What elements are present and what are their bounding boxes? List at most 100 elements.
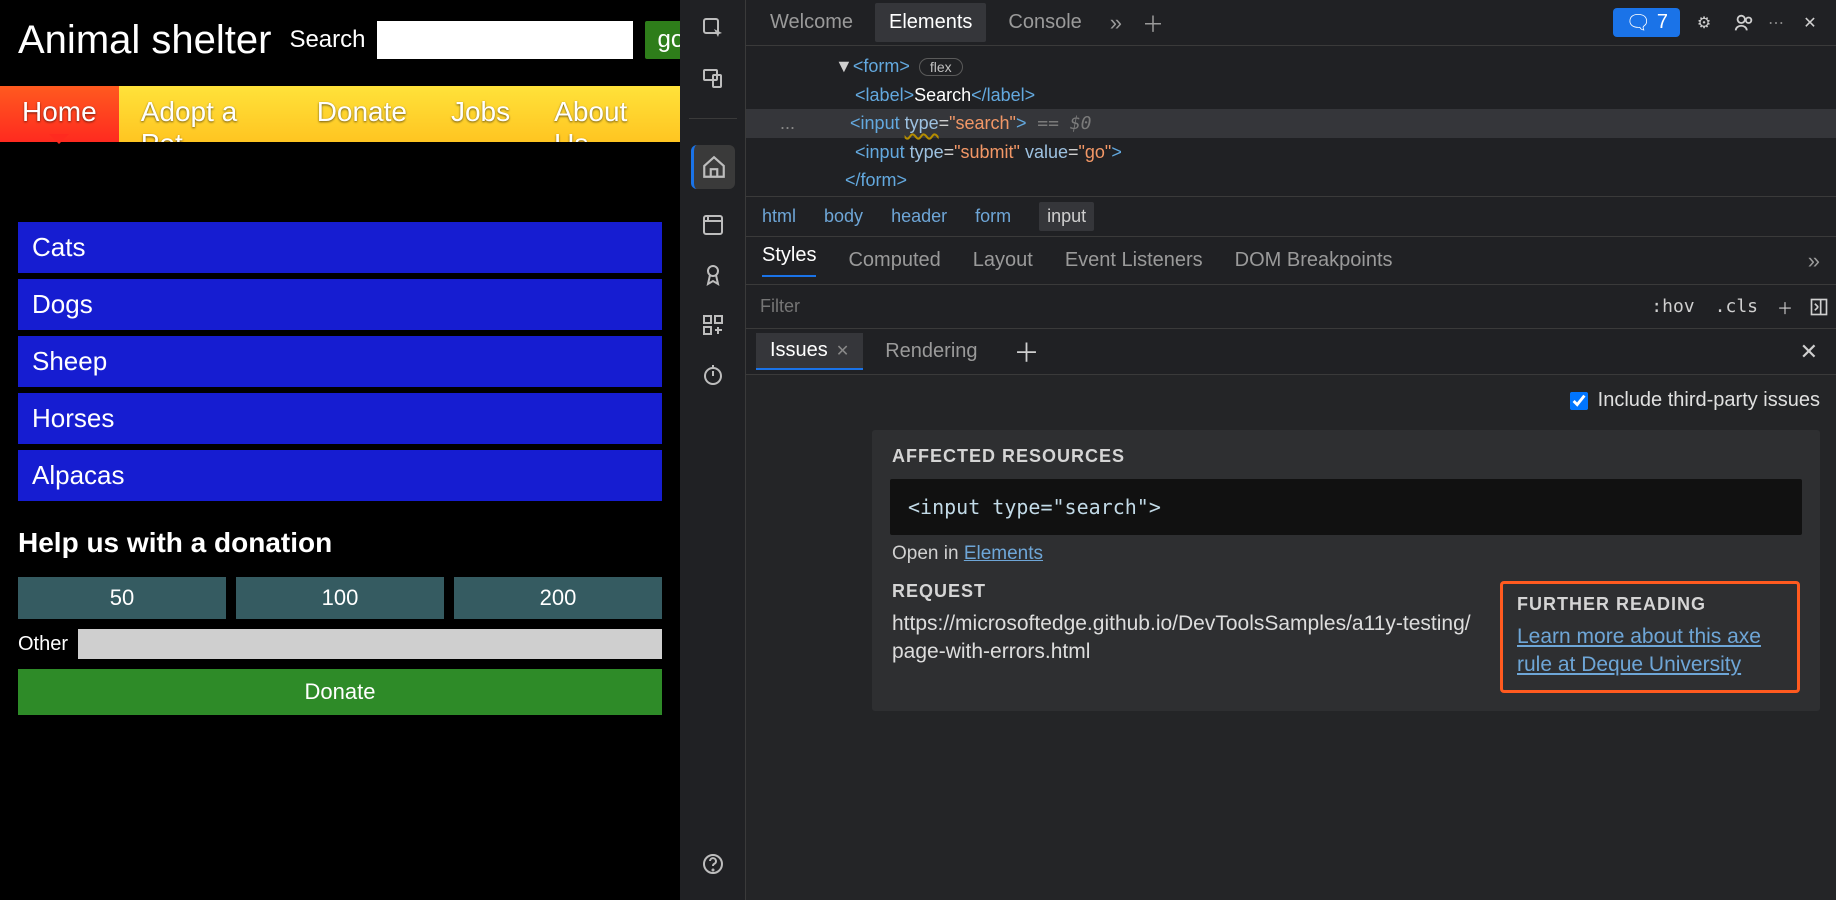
issues-count: 7	[1657, 11, 1668, 34]
search-label: Search	[289, 26, 365, 54]
animal-list: Cats Dogs Sheep Horses Alpacas	[0, 198, 680, 511]
search-form: Search go	[289, 21, 696, 59]
breadcrumb-item[interactable]: input	[1039, 202, 1094, 231]
include-third-party-checkbox[interactable]	[1570, 392, 1588, 410]
tab-elements[interactable]: Elements	[875, 3, 986, 42]
devtools-panel: Welcome Elements Console » ＋ 🗨 7 ⚙ ⋯ ✕ ▼…	[680, 0, 1836, 900]
donation-amount-button[interactable]: 200	[454, 577, 662, 619]
inspect-icon[interactable]	[699, 14, 727, 42]
donation-heading: Help us with a donation	[18, 527, 662, 559]
include-third-party-label: Include third-party issues	[1598, 389, 1820, 412]
tab-dom-breakpoints[interactable]: DOM Breakpoints	[1235, 249, 1393, 272]
open-in-elements-link[interactable]: Elements	[964, 543, 1043, 564]
performance-tool-icon[interactable]	[699, 361, 727, 389]
further-reading-link[interactable]: Learn more about this axe rule at Deque …	[1517, 625, 1761, 676]
more-style-tabs-icon[interactable]: »	[1808, 248, 1820, 274]
new-style-rule-icon[interactable]: ＋	[1768, 290, 1802, 324]
close-drawer-icon[interactable]: ✕	[1792, 339, 1826, 365]
request-url: https://microsoftedge.github.io/DevTools…	[892, 610, 1478, 667]
list-item[interactable]: Cats	[18, 222, 662, 273]
styles-filter-input[interactable]	[746, 285, 1641, 328]
dom-tree[interactable]: ▼<form> flex <label>Search</label> ... <…	[746, 46, 1836, 197]
settings-icon[interactable]: ⚙	[1688, 7, 1720, 39]
dom-breadcrumb: html body header form input	[746, 197, 1836, 237]
drawer-tab-issues[interactable]: Issues ✕	[756, 333, 863, 370]
styles-tabs: Styles Computed Layout Event Listeners D…	[746, 237, 1836, 285]
affected-resources-heading: AFFECTED RESOURCES	[872, 430, 1820, 479]
issues-icon: 🗨	[1625, 10, 1650, 35]
list-item[interactable]: Alpacas	[18, 450, 662, 501]
donation-other-input[interactable]	[78, 629, 662, 659]
further-reading-column: FURTHER READING Learn more about this ax…	[1500, 581, 1800, 693]
nav-about[interactable]: About Us	[532, 86, 680, 142]
list-item[interactable]: Horses	[18, 393, 662, 444]
computed-panel-toggle-icon[interactable]	[1802, 290, 1836, 324]
dom-line-selected[interactable]: ... <input type="search"> == $0	[746, 109, 1836, 138]
devtools-tabs: Welcome Elements Console » ＋ 🗨 7 ⚙ ⋯ ✕	[746, 0, 1836, 46]
more-menu-icon[interactable]: ⋯	[1768, 13, 1786, 33]
help-icon[interactable]	[699, 850, 727, 878]
tab-computed[interactable]: Computed	[848, 249, 940, 272]
drawer-tab-rendering[interactable]: Rendering	[871, 334, 991, 369]
issue-card: AFFECTED RESOURCES <input type="search">…	[872, 430, 1820, 711]
page-title: Animal shelter	[18, 18, 271, 62]
spacer	[0, 142, 680, 198]
donation-other-label: Other	[18, 633, 68, 656]
page-header: Animal shelter Search go	[0, 0, 680, 68]
welcome-tool-icon[interactable]	[699, 211, 727, 239]
tab-welcome[interactable]: Welcome	[756, 3, 867, 42]
include-third-party-row: Include third-party issues	[762, 389, 1820, 412]
network-tool-icon[interactable]	[699, 311, 727, 339]
breadcrumb-item[interactable]: body	[824, 206, 863, 227]
list-item[interactable]: Sheep	[18, 336, 662, 387]
sources-tool-icon[interactable]	[699, 261, 727, 289]
close-devtools-icon[interactable]: ✕	[1794, 7, 1826, 39]
request-column: REQUEST https://microsoftedge.github.io/…	[892, 581, 1478, 693]
nav-jobs[interactable]: Jobs	[429, 86, 532, 142]
add-tab-icon[interactable]: ＋	[1136, 7, 1170, 39]
affected-resource-code: <input type="search">	[890, 479, 1802, 535]
issues-drawer[interactable]: Include third-party issues AFFECTED RESO…	[746, 375, 1836, 900]
donation-amount-button[interactable]: 50	[18, 577, 226, 619]
elements-tool-icon[interactable]	[691, 145, 735, 189]
tab-event-listeners[interactable]: Event Listeners	[1065, 249, 1203, 272]
nav-donate[interactable]: Donate	[295, 86, 429, 142]
cls-toggle[interactable]: .cls	[1705, 296, 1768, 317]
breadcrumb-item[interactable]: form	[975, 206, 1011, 227]
nav-home[interactable]: Home	[0, 86, 119, 142]
breadcrumb-item[interactable]: html	[762, 206, 796, 227]
donation-section: Help us with a donation 50 100 200 Other…	[0, 511, 680, 731]
devtools-activity-bar	[680, 0, 746, 900]
search-input[interactable]	[377, 21, 633, 59]
tab-console[interactable]: Console	[994, 3, 1095, 42]
tab-layout[interactable]: Layout	[973, 249, 1033, 272]
close-tab-icon[interactable]: ✕	[836, 341, 849, 361]
further-reading-heading: FURTHER READING	[1517, 594, 1783, 615]
styles-filter-row: :hov .cls ＋	[746, 285, 1836, 329]
donation-amounts: 50 100 200	[18, 577, 662, 619]
dom-line[interactable]: </form>	[746, 166, 1836, 194]
separator	[689, 118, 737, 119]
dom-line[interactable]: <input type="submit" value="go">	[746, 138, 1836, 166]
issues-counter[interactable]: 🗨 7	[1613, 8, 1680, 37]
request-heading: REQUEST	[892, 581, 1478, 602]
dom-line[interactable]: <label>Search</label>	[746, 81, 1836, 109]
donate-button[interactable]: Donate	[18, 669, 662, 715]
list-item[interactable]: Dogs	[18, 279, 662, 330]
hov-toggle[interactable]: :hov	[1641, 296, 1704, 317]
drawer-tab-label: Issues	[770, 339, 828, 362]
dom-line[interactable]: ▼<form> flex	[746, 52, 1836, 81]
device-toggle-icon[interactable]	[699, 64, 727, 92]
breadcrumb-item[interactable]: header	[891, 206, 947, 227]
open-in-row: Open in Elements	[872, 535, 1820, 581]
tab-styles[interactable]: Styles	[762, 244, 816, 277]
rendered-page: Animal shelter Search go Home Adopt a Pe…	[0, 0, 680, 900]
donation-amount-button[interactable]: 100	[236, 577, 444, 619]
more-tabs-icon[interactable]: »	[1104, 10, 1128, 36]
issue-columns: REQUEST https://microsoftedge.github.io/…	[872, 581, 1820, 693]
feedback-icon[interactable]	[1728, 7, 1760, 39]
add-drawer-tab-icon[interactable]: ＋	[1014, 333, 1040, 370]
donation-other-row: Other	[18, 629, 662, 659]
drawer-tabs: Issues ✕ Rendering ＋ ✕	[746, 329, 1836, 375]
nav-adopt[interactable]: Adopt a Pet	[119, 86, 295, 142]
